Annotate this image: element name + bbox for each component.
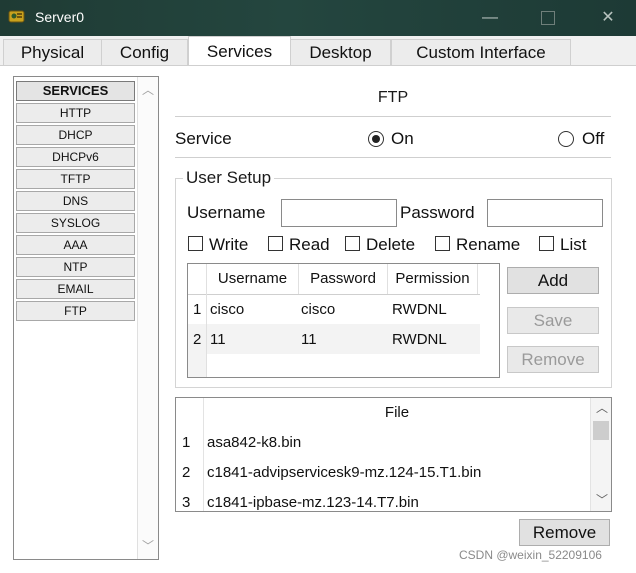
service-on-radio[interactable] — [368, 131, 384, 147]
row-number-header — [188, 264, 207, 294]
file-name: asa842-k8.bin — [207, 434, 302, 451]
file-list-scrollbar[interactable]: ︿ ﹀ — [590, 398, 611, 511]
window-title: Server0 — [35, 9, 85, 25]
username-input[interactable] — [281, 199, 397, 227]
ftp-title: FTP — [377, 89, 409, 106]
users-table[interactable]: Username Password Permission 1 cisco cis… — [187, 263, 500, 378]
scroll-down-icon[interactable]: ﹀ — [596, 491, 608, 508]
title-divider — [175, 116, 611, 117]
server-app-icon — [8, 10, 25, 23]
file-list[interactable]: File 1 asa842-k8.bin 2 c1841-advipservic… — [175, 397, 612, 512]
tab-config[interactable]: Config — [101, 39, 188, 66]
row-index: 2 — [193, 331, 202, 348]
sidebar-item-syslog[interactable]: SYSLOG — [16, 213, 135, 233]
row-password: 11 — [301, 331, 317, 348]
rename-checkbox[interactable] — [435, 236, 450, 251]
services-sidebar: SERVICES HTTP DHCP DHCPv6 TFTP DNS SYSLO… — [13, 76, 159, 560]
list-label[interactable]: List — [560, 235, 586, 255]
row-username: 11 — [210, 331, 226, 348]
index-column-divider — [206, 264, 207, 377]
column-permission[interactable]: Permission — [388, 264, 478, 294]
service-divider — [175, 157, 611, 158]
service-off-radio[interactable] — [558, 131, 574, 147]
remove-user-button[interactable]: Remove — [507, 346, 599, 373]
scroll-down-icon[interactable]: ﹀ — [142, 537, 154, 554]
tab-services[interactable]: Services — [188, 36, 291, 67]
sidebar-item-ntp[interactable]: NTP — [16, 257, 135, 277]
row-password: cisco — [301, 301, 336, 318]
close-icon[interactable]: ✕ — [596, 6, 620, 30]
write-label[interactable]: Write — [209, 235, 248, 255]
rename-label[interactable]: Rename — [456, 235, 520, 255]
user-setup-legend: User Setup — [183, 168, 275, 188]
save-button[interactable]: Save — [507, 307, 599, 334]
remove-file-button[interactable]: Remove — [519, 519, 610, 546]
password-label: Password — [400, 203, 475, 222]
file-name: c1841-ipbase-mz.123-14.T7.bin — [207, 494, 419, 511]
password-input[interactable] — [487, 199, 603, 227]
sidebar-header: SERVICES — [16, 81, 135, 101]
read-label[interactable]: Read — [289, 235, 330, 255]
sidebar-item-http[interactable]: HTTP — [16, 103, 135, 123]
scroll-up-icon[interactable]: ︿ — [142, 81, 154, 98]
write-checkbox[interactable] — [188, 236, 203, 251]
file-column-header[interactable]: File — [204, 404, 590, 421]
read-checkbox[interactable] — [268, 236, 283, 251]
table-header-divider — [188, 294, 480, 295]
sidebar-item-dns[interactable]: DNS — [16, 191, 135, 211]
empty-row-index — [188, 354, 206, 377]
sidebar-item-tftp[interactable]: TFTP — [16, 169, 135, 189]
sidebar-item-email[interactable]: EMAIL — [16, 279, 135, 299]
row-permission: RWDNL — [392, 301, 447, 318]
file-name: c1841-advipservicesk9-mz.124-15.T1.bin — [207, 464, 482, 481]
minimize-icon[interactable]: — — [478, 6, 502, 30]
maximize-icon[interactable] — [536, 6, 560, 30]
row-permission: RWDNL — [392, 331, 447, 348]
username-label: Username — [187, 203, 266, 222]
file-index: 1 — [182, 434, 191, 451]
watermark-text: CSDN @weixin_52209106 — [459, 548, 602, 562]
sidebar-scrollbar[interactable]: ︿ ﹀ — [137, 77, 158, 559]
delete-checkbox[interactable] — [345, 236, 360, 251]
tab-desktop[interactable]: Desktop — [290, 39, 391, 66]
delete-label[interactable]: Delete — [366, 235, 415, 255]
service-label: Service — [175, 129, 232, 148]
tab-physical[interactable]: Physical — [3, 39, 102, 66]
radio-selected-dot — [372, 135, 380, 143]
file-index: 2 — [182, 464, 191, 481]
sidebar-item-dhcpv6[interactable]: DHCPv6 — [16, 147, 135, 167]
title-bar: Server0 — ✕ — [0, 0, 636, 36]
service-off-label[interactable]: Off — [582, 129, 604, 149]
row-username: cisco — [210, 301, 245, 318]
tab-custom-interface[interactable]: Custom Interface — [391, 39, 571, 66]
service-on-label[interactable]: On — [391, 129, 414, 149]
column-username[interactable]: Username — [207, 264, 299, 294]
add-button[interactable]: Add — [507, 267, 599, 294]
file-index: 3 — [182, 494, 191, 511]
column-password[interactable]: Password — [299, 264, 388, 294]
row-index: 1 — [193, 301, 202, 318]
tab-bar: Physical Config Services Desktop Custom … — [0, 36, 636, 67]
sidebar-item-dhcp[interactable]: DHCP — [16, 125, 135, 145]
list-checkbox[interactable] — [539, 236, 554, 251]
sidebar-item-aaa[interactable]: AAA — [16, 235, 135, 255]
scroll-up-icon[interactable]: ︿ — [596, 399, 608, 416]
scroll-thumb[interactable] — [593, 421, 609, 440]
sidebar-item-ftp[interactable]: FTP — [16, 301, 135, 321]
